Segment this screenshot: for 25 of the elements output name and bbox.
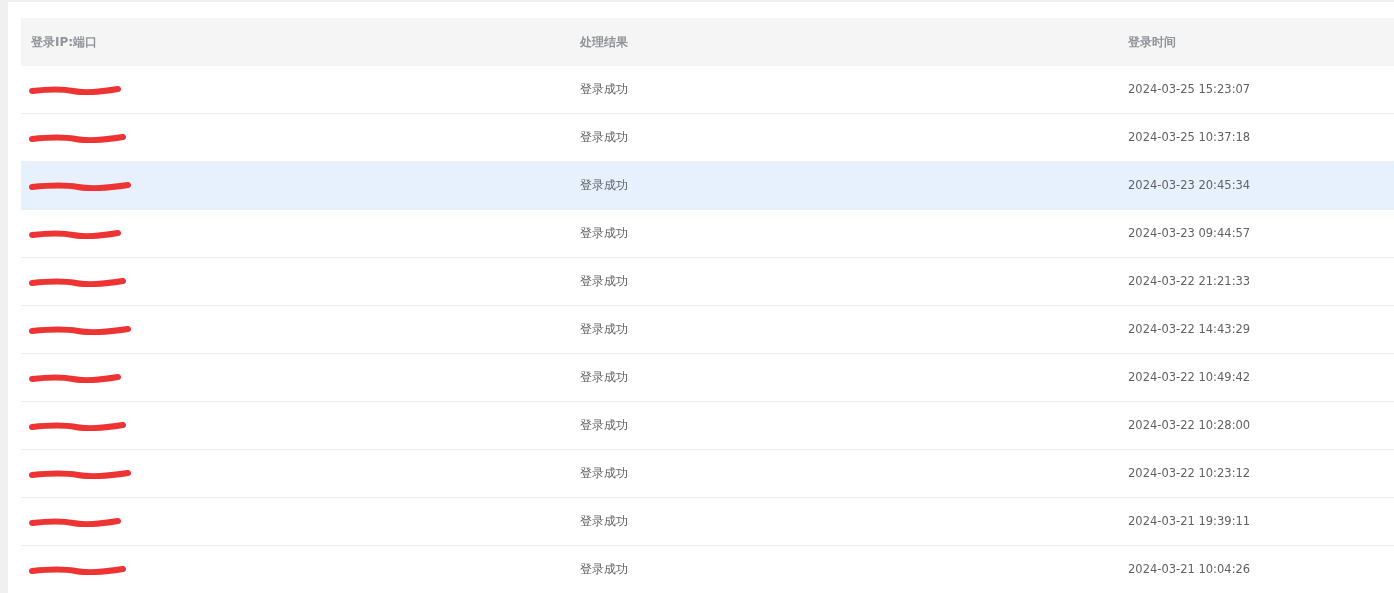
login-result: 登录成功 [580, 81, 628, 96]
column-header: 处理结果 [580, 35, 628, 49]
login-time: 2024-03-22 10:49:42 [1128, 369, 1251, 384]
login-result: 登录成功 [580, 273, 628, 288]
login-time: 2024-03-25 15:23:07 [1128, 81, 1251, 96]
column-header: 登录IP:端口 [31, 35, 98, 49]
login-time: 2024-03-22 10:28:00 [1128, 417, 1251, 432]
login-time: 2024-03-21 19:39:11 [1128, 513, 1251, 528]
login-result: 登录成功 [580, 177, 628, 192]
login-result: 登录成功 [580, 513, 628, 528]
login-result: 登录成功 [580, 465, 628, 480]
login-result: 登录成功 [580, 225, 628, 240]
login-time: 2024-03-22 21:21:33 [1128, 273, 1251, 288]
login-result: 登录成功 [580, 129, 628, 144]
login-time: 2024-03-22 14:43:29 [1128, 321, 1251, 336]
login-result: 登录成功 [580, 321, 628, 336]
login-time: 2024-03-23 20:45:34 [1128, 177, 1251, 192]
login-result: 登录成功 [580, 369, 628, 384]
login-time: 2024-03-25 10:37:18 [1128, 129, 1251, 144]
login-time: 2024-03-23 09:44:57 [1128, 225, 1251, 240]
column-header: 登录时间 [1128, 35, 1176, 49]
login-time: 2024-03-22 10:23:12 [1128, 465, 1251, 480]
login-result: 登录成功 [580, 561, 628, 576]
login-result: 登录成功 [580, 417, 628, 432]
login-time: 2024-03-21 10:04:26 [1128, 561, 1251, 576]
